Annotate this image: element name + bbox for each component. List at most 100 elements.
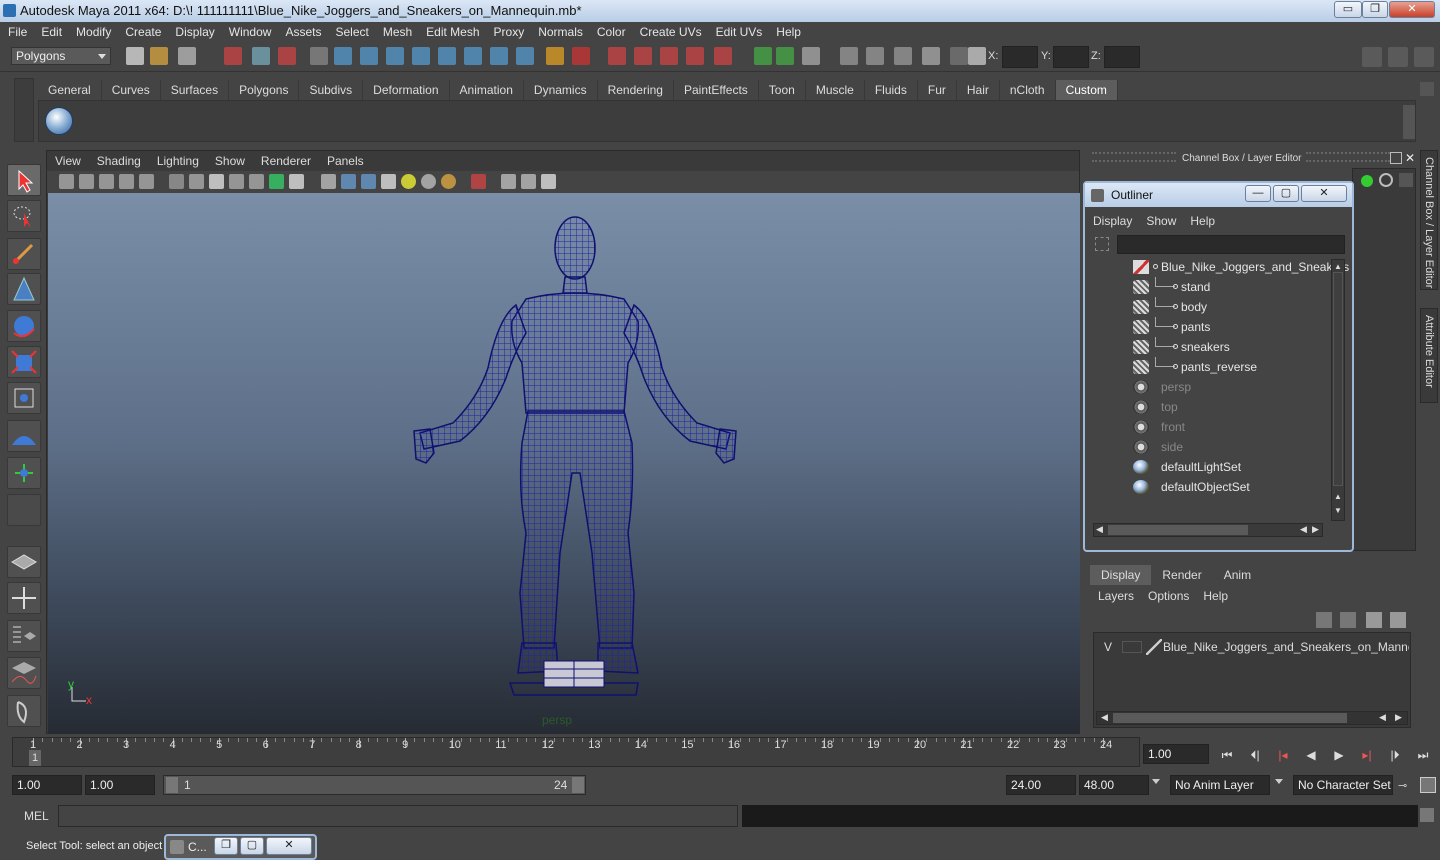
shelf-tab-polygons[interactable]: Polygons — [229, 80, 300, 100]
statusline-tool-icon[interactable] — [412, 47, 430, 65]
play-forwards-icon[interactable]: ▶ — [1330, 747, 1348, 763]
scale-tool-icon[interactable] — [7, 346, 41, 378]
outliner-item[interactable]: pants — [1089, 317, 1329, 337]
outliner-item[interactable]: defaultLightSet — [1089, 457, 1329, 477]
close-panel-icon[interactable]: ✕ — [1405, 151, 1415, 165]
statusline-tool-icon[interactable] — [310, 47, 328, 65]
menu-mesh[interactable]: Mesh — [375, 22, 418, 42]
viewport-toolbar-icon[interactable] — [541, 174, 556, 189]
paint-select-tool-icon[interactable] — [7, 238, 41, 270]
go-to-end-icon[interactable]: ⏭ — [1414, 747, 1432, 763]
menu-assets[interactable]: Assets — [277, 22, 327, 42]
key-icon[interactable]: ⊸ — [1398, 779, 1407, 792]
layer-row[interactable]: V Blue_Nike_Joggers_and_Sneakers_on_Mann… — [1094, 635, 1410, 659]
viewport-toolbar-icon[interactable] — [501, 174, 516, 189]
viewport-toolbar-icon[interactable] — [401, 174, 416, 189]
shelf-tab-hair[interactable]: Hair — [957, 80, 1000, 100]
scroll-thumb[interactable] — [1108, 525, 1248, 535]
script-editor-icon[interactable] — [1420, 808, 1434, 822]
playback-start-field[interactable]: 1.00 — [85, 775, 155, 795]
viewport-toolbar-icon[interactable] — [361, 174, 376, 189]
statusline-tool-icon[interactable] — [150, 47, 168, 65]
restore-button[interactable]: ❐ — [1362, 1, 1388, 18]
end-time-field[interactable]: 48.00 — [1079, 775, 1149, 795]
outliner-menu-show[interactable]: Show — [1138, 211, 1182, 231]
menu-window[interactable]: Window — [221, 22, 278, 42]
channel-box-toggle-icon[interactable] — [1362, 47, 1382, 67]
step-back-key-icon[interactable]: |◂ — [1274, 747, 1292, 763]
shelf-tab-ncloth[interactable]: nCloth — [1000, 80, 1056, 100]
viewport-toolbar-icon[interactable] — [521, 174, 536, 189]
time-slider[interactable]: 1 2 3 4 5 6 7 8 9 10 11 12 13 14 15 16 17 18 19 20 21 22 23 24 1 — [12, 737, 1140, 767]
shelf-tab-custom[interactable]: Custom — [1055, 80, 1118, 100]
statusline-tool-icon[interactable] — [608, 47, 626, 65]
statusline-tool-icon[interactable] — [386, 47, 404, 65]
shelf-menu-button[interactable] — [14, 78, 34, 142]
scroll-thumb[interactable] — [1113, 713, 1347, 723]
menu-file[interactable]: File — [0, 22, 33, 42]
perspective-viewport[interactable]: y x persp — [48, 193, 1080, 734]
outliner-menu-display[interactable]: Display — [1085, 211, 1138, 231]
y-field[interactable] — [1053, 46, 1089, 68]
statusline-tool-icon[interactable] — [572, 47, 590, 65]
viewport-toolbar-icon[interactable] — [341, 174, 356, 189]
statusline-tool-icon[interactable] — [894, 47, 912, 65]
statusline-tool-icon[interactable] — [922, 47, 940, 65]
statusline-tool-icon[interactable] — [950, 47, 968, 65]
menu-select[interactable]: Select — [327, 22, 374, 42]
statusline-tool-icon[interactable] — [334, 47, 352, 65]
current-frame-marker[interactable]: 1 — [29, 750, 41, 766]
statusline-tool-icon[interactable] — [660, 47, 678, 65]
command-input[interactable] — [58, 805, 738, 827]
outliner-search-input[interactable] — [1117, 235, 1345, 254]
outliner-item[interactable]: persp — [1089, 377, 1329, 397]
outliner-item[interactable]: defaultObjectSet — [1089, 477, 1329, 497]
character-set-field[interactable]: No Character Set — [1293, 775, 1393, 795]
minimize-button[interactable]: ▭ — [1334, 1, 1362, 18]
viewport-toolbar-icon[interactable] — [441, 174, 456, 189]
checkmark-icon[interactable] — [45, 107, 73, 135]
statusline-tool-icon[interactable] — [968, 47, 986, 65]
shelf-tab-general[interactable]: General — [38, 80, 102, 100]
menu-help[interactable]: Help — [768, 22, 807, 42]
viewport-toolbar-icon[interactable] — [139, 174, 154, 189]
last-tool-slot[interactable] — [7, 494, 41, 526]
viewport-menu-lighting[interactable]: Lighting — [149, 151, 207, 171]
menu-display[interactable]: Display — [167, 22, 220, 42]
statusline-tool-icon[interactable] — [360, 47, 378, 65]
outliner-item[interactable]: top — [1089, 397, 1329, 417]
statusline-tool-icon[interactable] — [252, 47, 270, 65]
minimized-window[interactable]: C... ❐ ▢ ✕ — [164, 834, 317, 860]
statusline-tool-icon[interactable] — [802, 47, 820, 65]
menu-create[interactable]: Create — [117, 22, 167, 42]
close-button[interactable]: ✕ — [1389, 1, 1435, 18]
viewport-toolbar-icon[interactable] — [381, 174, 396, 189]
keyable-icon[interactable] — [1399, 173, 1413, 187]
minimized-close-button[interactable]: ✕ — [266, 837, 312, 855]
outliner-title-bar[interactable]: Outliner — ▢ ✕ — [1085, 183, 1352, 207]
shelf-tab-surfaces[interactable]: Surfaces — [161, 80, 230, 100]
viewport-menu-renderer[interactable]: Renderer — [253, 151, 319, 171]
four-pane-layout-icon[interactable] — [7, 582, 41, 614]
viewport-menu-view[interactable]: View — [47, 151, 89, 171]
mel-label[interactable]: MEL — [24, 809, 49, 823]
outliner-item[interactable]: side — [1089, 437, 1329, 457]
statusline-tool-icon[interactable] — [516, 47, 534, 65]
playback-end-field[interactable]: 24.00 — [1006, 775, 1076, 795]
viewport-toolbar-icon[interactable] — [269, 174, 284, 189]
soft-modification-icon[interactable] — [7, 420, 41, 452]
layer-menu-help[interactable]: Help — [1195, 586, 1234, 606]
statusline-tool-icon[interactable] — [490, 47, 508, 65]
outliner-close-button[interactable]: ✕ — [1301, 185, 1347, 202]
menu-modify[interactable]: Modify — [68, 22, 117, 42]
channel-icon[interactable] — [1361, 175, 1373, 187]
outliner-item[interactable]: Blue_Nike_Joggers_and_Sneakers — [1089, 257, 1349, 277]
shelf-tab-deformation[interactable]: Deformation — [363, 80, 450, 100]
shelf-tab-subdivs[interactable]: Subdivs — [299, 80, 364, 100]
shelf-scroll-arrows[interactable] — [1403, 105, 1415, 139]
outliner-item[interactable]: pants_reverse — [1089, 357, 1329, 377]
range-end-handle[interactable] — [572, 777, 584, 793]
outliner-minimize-button[interactable]: — — [1245, 185, 1271, 202]
attribute-editor-toggle-icon[interactable] — [1388, 47, 1408, 67]
layer-tab-display[interactable]: Display — [1090, 565, 1152, 585]
